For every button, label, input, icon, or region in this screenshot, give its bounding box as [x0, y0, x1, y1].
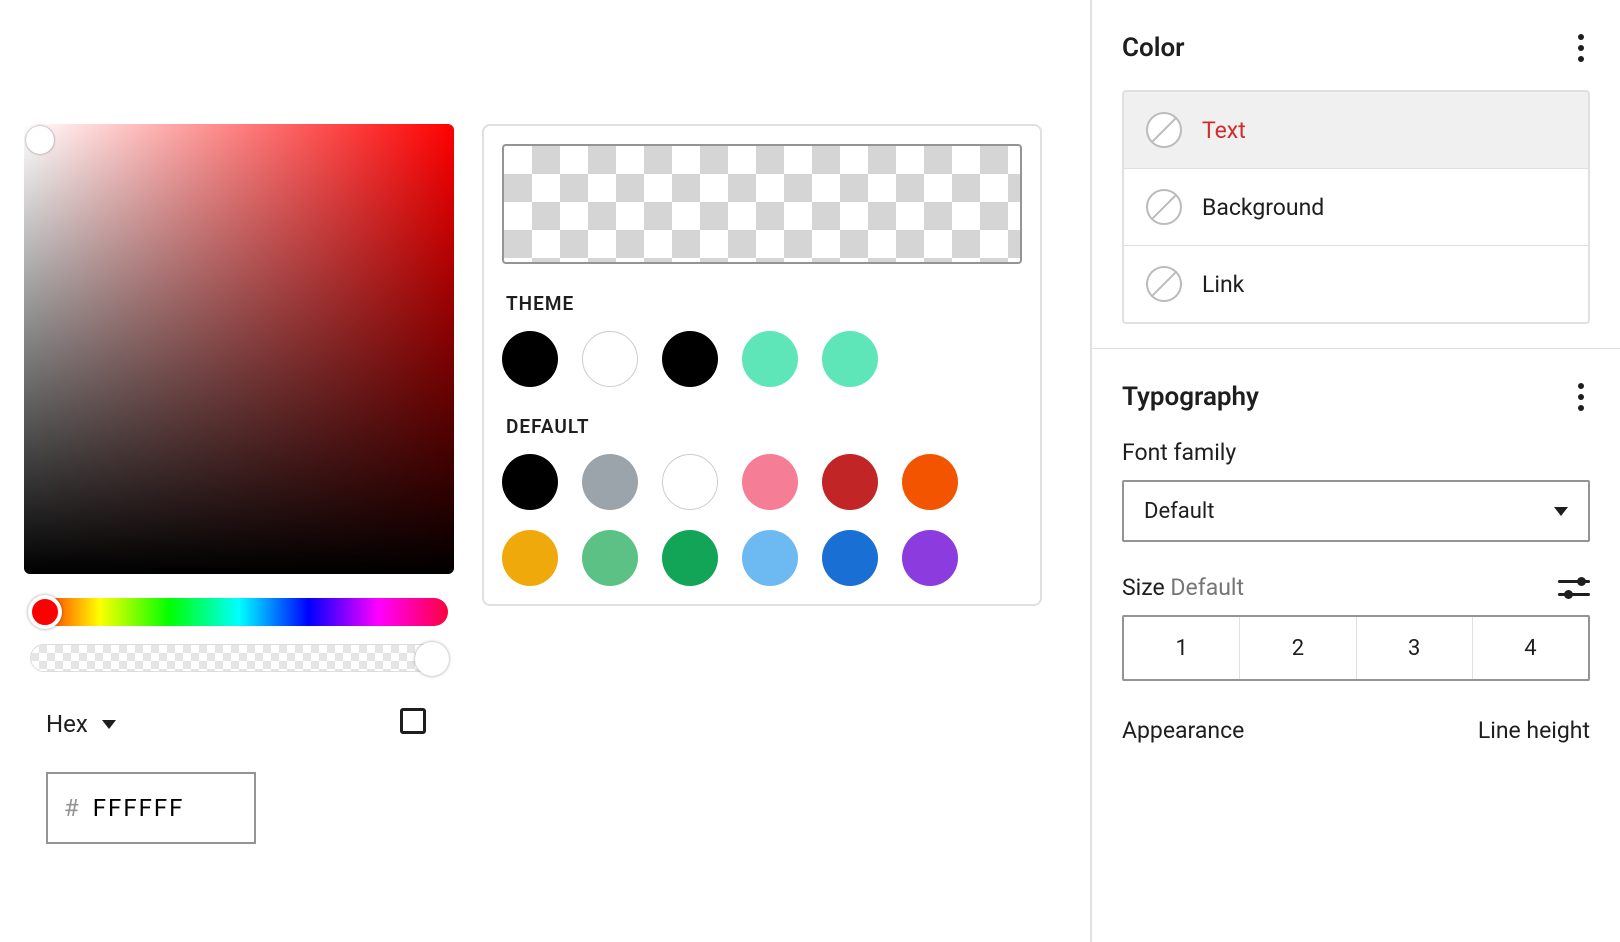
line-height-label: Line height: [1478, 717, 1590, 744]
chevron-down-icon: [102, 720, 116, 729]
saturation-area[interactable]: [24, 124, 454, 574]
color-section-title: Color: [1122, 33, 1185, 63]
color-swatch[interactable]: [502, 454, 558, 510]
format-row: Hex: [24, 672, 454, 740]
color-item-link[interactable]: Link: [1124, 246, 1588, 322]
color-section: Color Text Background Link: [1092, 0, 1620, 349]
color-swatch[interactable]: [662, 331, 718, 387]
hash-symbol: #: [64, 794, 79, 822]
color-list: Text Background Link: [1122, 90, 1590, 324]
color-swatch[interactable]: [502, 331, 558, 387]
color-swatch[interactable]: [662, 454, 718, 510]
hex-value-input[interactable]: [93, 794, 233, 822]
size-button-1[interactable]: 1: [1124, 617, 1240, 679]
font-family-label: Font family: [1122, 439, 1590, 466]
color-swatch[interactable]: [822, 331, 878, 387]
swatches-panel: THEME DEFAULT: [482, 124, 1042, 606]
sidebar: Color Text Background Link Typography Font…: [1090, 0, 1620, 942]
color-preview-transparent[interactable]: [502, 144, 1022, 264]
color-swatch[interactable]: [902, 530, 958, 586]
saturation-handle[interactable]: [26, 126, 54, 154]
alpha-slider[interactable]: [30, 644, 448, 672]
color-format-select[interactable]: Hex: [46, 710, 116, 738]
hue-slider[interactable]: [30, 598, 448, 626]
default-swatch-row-2: [502, 530, 1022, 586]
typography-section-header: Typography: [1122, 377, 1590, 417]
default-swatches-label: DEFAULT: [506, 415, 1022, 438]
color-item-label: Background: [1202, 194, 1324, 221]
bottom-labels: Appearance Line height: [1122, 717, 1590, 744]
color-item-background[interactable]: Background: [1124, 169, 1588, 246]
none-swatch-icon: [1146, 266, 1182, 302]
none-swatch-icon: [1146, 112, 1182, 148]
color-swatch[interactable]: [582, 530, 638, 586]
color-item-label: Link: [1202, 271, 1244, 298]
alpha-handle[interactable]: [415, 642, 449, 676]
default-swatch-row-1: [502, 454, 1022, 510]
typography-section-menu-icon[interactable]: [1572, 377, 1590, 417]
theme-swatch-row: [502, 331, 1022, 387]
color-swatch[interactable]: [742, 331, 798, 387]
size-buttons: 1234: [1122, 615, 1590, 681]
color-item-text[interactable]: Text: [1124, 92, 1588, 169]
appearance-label: Appearance: [1122, 717, 1244, 744]
size-label: Size Default: [1122, 574, 1244, 601]
color-swatch[interactable]: [822, 454, 878, 510]
color-swatch[interactable]: [582, 454, 638, 510]
color-swatch[interactable]: [662, 530, 718, 586]
typography-section: Typography Font family Default Size Defa…: [1092, 349, 1620, 768]
color-format-label: Hex: [46, 710, 88, 738]
size-button-4[interactable]: 4: [1473, 617, 1588, 679]
color-section-header: Color: [1122, 28, 1590, 68]
copy-icon[interactable]: [400, 708, 432, 740]
hue-handle[interactable]: [28, 595, 62, 629]
color-picker-panel: Hex #: [24, 124, 454, 874]
color-swatch[interactable]: [742, 530, 798, 586]
chevron-down-icon: [1554, 507, 1568, 516]
font-family-select[interactable]: Default: [1122, 480, 1590, 542]
font-family-value: Default: [1144, 499, 1214, 524]
size-button-3[interactable]: 3: [1357, 617, 1473, 679]
size-row: Size Default: [1122, 574, 1590, 601]
color-swatch[interactable]: [582, 331, 638, 387]
color-swatch[interactable]: [902, 454, 958, 510]
typography-section-title: Typography: [1122, 382, 1259, 412]
sliders-icon[interactable]: [1558, 577, 1590, 599]
color-section-menu-icon[interactable]: [1572, 28, 1590, 68]
color-swatch[interactable]: [822, 530, 878, 586]
color-item-label: Text: [1202, 117, 1246, 144]
color-swatch[interactable]: [742, 454, 798, 510]
none-swatch-icon: [1146, 189, 1182, 225]
color-swatch[interactable]: [502, 530, 558, 586]
size-button-2[interactable]: 2: [1240, 617, 1356, 679]
hex-input[interactable]: #: [46, 772, 256, 844]
theme-swatches-label: THEME: [506, 292, 1022, 315]
